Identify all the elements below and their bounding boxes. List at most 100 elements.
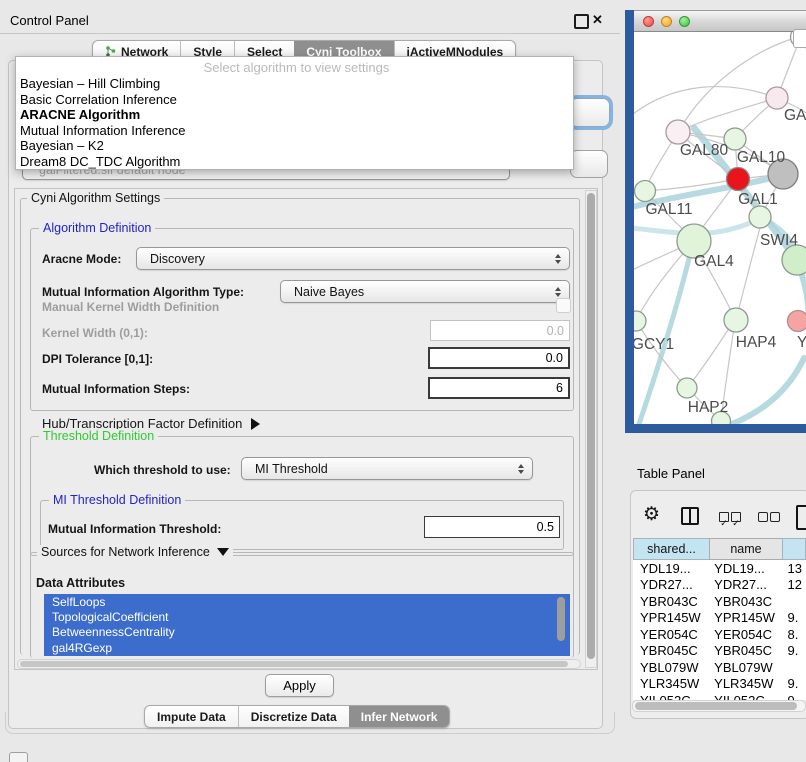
cyni-bottom-tabbar: Impute Data Discretize Data Infer Networ… [144, 705, 450, 728]
dropdown-item[interactable]: Bayesian – K2 [16, 138, 573, 154]
table-row[interactable]: YDR27... YDR27... 12 [633, 577, 806, 594]
stepper-arrows-icon [518, 464, 524, 474]
table-row[interactable]: YPR145W YPR145W 9. [633, 610, 806, 627]
tab-infer-network[interactable]: Infer Network [349, 706, 450, 727]
column-header-partial[interactable] [782, 538, 806, 560]
edge [634, 87, 777, 118]
cyni-settings-group-title: Cyni Algorithm Settings [27, 191, 164, 205]
aracne-mode-value: Discovery [150, 252, 205, 266]
node-label: GAL11 [645, 201, 692, 218]
column-divider [689, 509, 691, 523]
mi-threshold-label: Mutual Information Threshold: [48, 522, 221, 536]
list-item[interactable]: BetweennessCentrality [44, 625, 570, 640]
deselect-checkbox-icon-2[interactable] [770, 512, 780, 522]
algorithm-dropdown-popup: Select algorithm to view settings Bayesi… [15, 56, 574, 170]
edge [736, 228, 760, 319]
tab-discretize-data[interactable]: Discretize Data [238, 706, 349, 727]
panel-grip-icon[interactable] [9, 752, 28, 762]
which-threshold-label: Which threshold to use: [94, 463, 231, 477]
select-all-checkbox-icon-2[interactable] [731, 512, 741, 522]
chevron-down-icon [217, 548, 229, 556]
dpi-tolerance-label: DPI Tolerance [0,1]: [42, 352, 153, 366]
list-item[interactable]: TopologicalCoefficient [44, 609, 570, 624]
node-gal-partial [766, 87, 788, 109]
node-swi4 [749, 206, 771, 228]
dpi-tolerance-field[interactable]: 0.0 [428, 347, 570, 369]
node-label: SWI4 [760, 232, 798, 249]
sources-title-text: Sources for Network Inference [41, 545, 210, 559]
aracne-mode-combo[interactable]: Discovery [136, 247, 570, 270]
mi-steps-label: Mutual Information Steps: [42, 382, 190, 396]
column-header-shared-name[interactable]: shared... [633, 538, 710, 560]
table-row[interactable]: YBR043C YBR043C [633, 593, 806, 610]
new-table-icon-fragment[interactable] [796, 505, 806, 530]
chevron-right-icon [251, 418, 260, 430]
float-window-icon[interactable] [574, 14, 589, 29]
table-rows: YDL19... YDL19... 13 YDR27... YDR27... 1… [633, 560, 806, 700]
dropdown-item[interactable]: Mutual Information Inference [16, 123, 573, 139]
mi-steps-field[interactable]: 6 [428, 377, 570, 399]
kernel-width-field[interactable]: 0.0 [430, 320, 570, 341]
minimize-traffic-icon[interactable] [661, 16, 672, 27]
mi-threshold-field[interactable]: 0.5 [424, 516, 560, 538]
node-label: HAP4 [736, 334, 777, 351]
manual-kernel-checkbox[interactable] [556, 298, 571, 313]
birdseye-toggle-fragment[interactable] [793, 29, 806, 48]
select-all-checkbox-icon[interactable] [719, 512, 729, 522]
network-graph-canvas[interactable]: GAL GAL80 GAL10 GAL1 GAL11 SWI4 GAL4 GCY… [634, 32, 806, 424]
table-row[interactable]: YBL079W YBL079W [633, 659, 806, 676]
dropdown-item[interactable]: Basic Correlation Inference [16, 92, 573, 108]
node-gcy1 [634, 311, 646, 331]
dropdown-item[interactable]: Bayesian – Hill Climbing [16, 76, 573, 92]
node-gal1-selected [727, 168, 750, 191]
node-hap2 [677, 378, 697, 398]
close-icon[interactable] [592, 11, 606, 27]
apply-button[interactable]: Apply [265, 674, 334, 697]
table-settings-gear-icon[interactable] [643, 505, 663, 525]
deselect-checkbox-icon[interactable] [758, 512, 768, 522]
column-layout-icon[interactable] [681, 507, 699, 525]
node-hap4 [724, 308, 748, 332]
node-gal80 [666, 120, 690, 144]
stepper-arrows-icon [555, 287, 561, 297]
edge [732, 358, 804, 424]
table-row[interactable]: YDL19... YDL19... 13 [633, 560, 806, 577]
settings-hscrollbar-thumb[interactable] [20, 661, 568, 667]
list-item[interactable]: SelfLoops [44, 594, 570, 609]
node-label: HAP2 [688, 399, 729, 416]
dropdown-placeholder: Select algorithm to view settings [16, 59, 573, 76]
close-traffic-icon[interactable] [643, 16, 654, 27]
node-label: GAL4 [694, 253, 734, 270]
kernel-width-label: Kernel Width (0,1): [42, 326, 148, 340]
node-salmon [788, 311, 806, 332]
list-item[interactable]: gal4RGexp [44, 640, 570, 655]
control-panel-title: Control Panel [10, 13, 89, 28]
mi-threshold-group-title: MI Threshold Definition [49, 493, 185, 507]
tab-impute-data[interactable]: Impute Data [145, 706, 238, 727]
table-row[interactable]: YBR045C YBR045C 9. [633, 643, 806, 660]
zoom-traffic-icon[interactable] [679, 16, 690, 27]
column-header-name[interactable]: name [709, 538, 783, 560]
attributes-vscrollbar-thumb[interactable] [557, 597, 565, 641]
data-attributes-list[interactable]: SelfLoops TopologicalCoefficient Between… [44, 594, 570, 656]
screenshot-root: Control Panel Network Style Select Cyni … [0, 0, 806, 762]
network-window-titlebar[interactable] [634, 10, 806, 32]
dropdown-item[interactable]: Dream8 DC_TDC Algorithm [16, 154, 573, 170]
mi-type-label: Mutual Information Algorithm Type: [42, 285, 244, 299]
settings-vscrollbar-thumb[interactable] [587, 193, 595, 659]
sources-group-title[interactable]: Sources for Network Inference [37, 545, 233, 559]
table-hscrollbar-thumb[interactable] [635, 702, 797, 710]
table-row[interactable]: YLR345W YLR345W 9. [633, 676, 806, 693]
mi-type-combo[interactable]: Naive Bayes [280, 280, 570, 303]
data-attributes-label: Data Attributes [36, 576, 125, 590]
node-label: GAL10 [737, 149, 786, 166]
dropdown-item-aracne[interactable]: ARACNE Algorithm [16, 107, 573, 123]
inference-algorithm-combo-fragment[interactable] [570, 98, 610, 127]
table-row[interactable]: YIL052C YIL052C 9. [633, 692, 806, 700]
table-row[interactable]: YER054C YER054C 8. [633, 626, 806, 643]
table-data-combo-fragment[interactable] [570, 150, 608, 178]
mi-type-value: Naive Bayes [294, 285, 364, 299]
node-label: Y [797, 334, 806, 351]
stepper-arrows-icon [555, 254, 561, 264]
which-threshold-combo[interactable]: MI Threshold [241, 457, 533, 480]
